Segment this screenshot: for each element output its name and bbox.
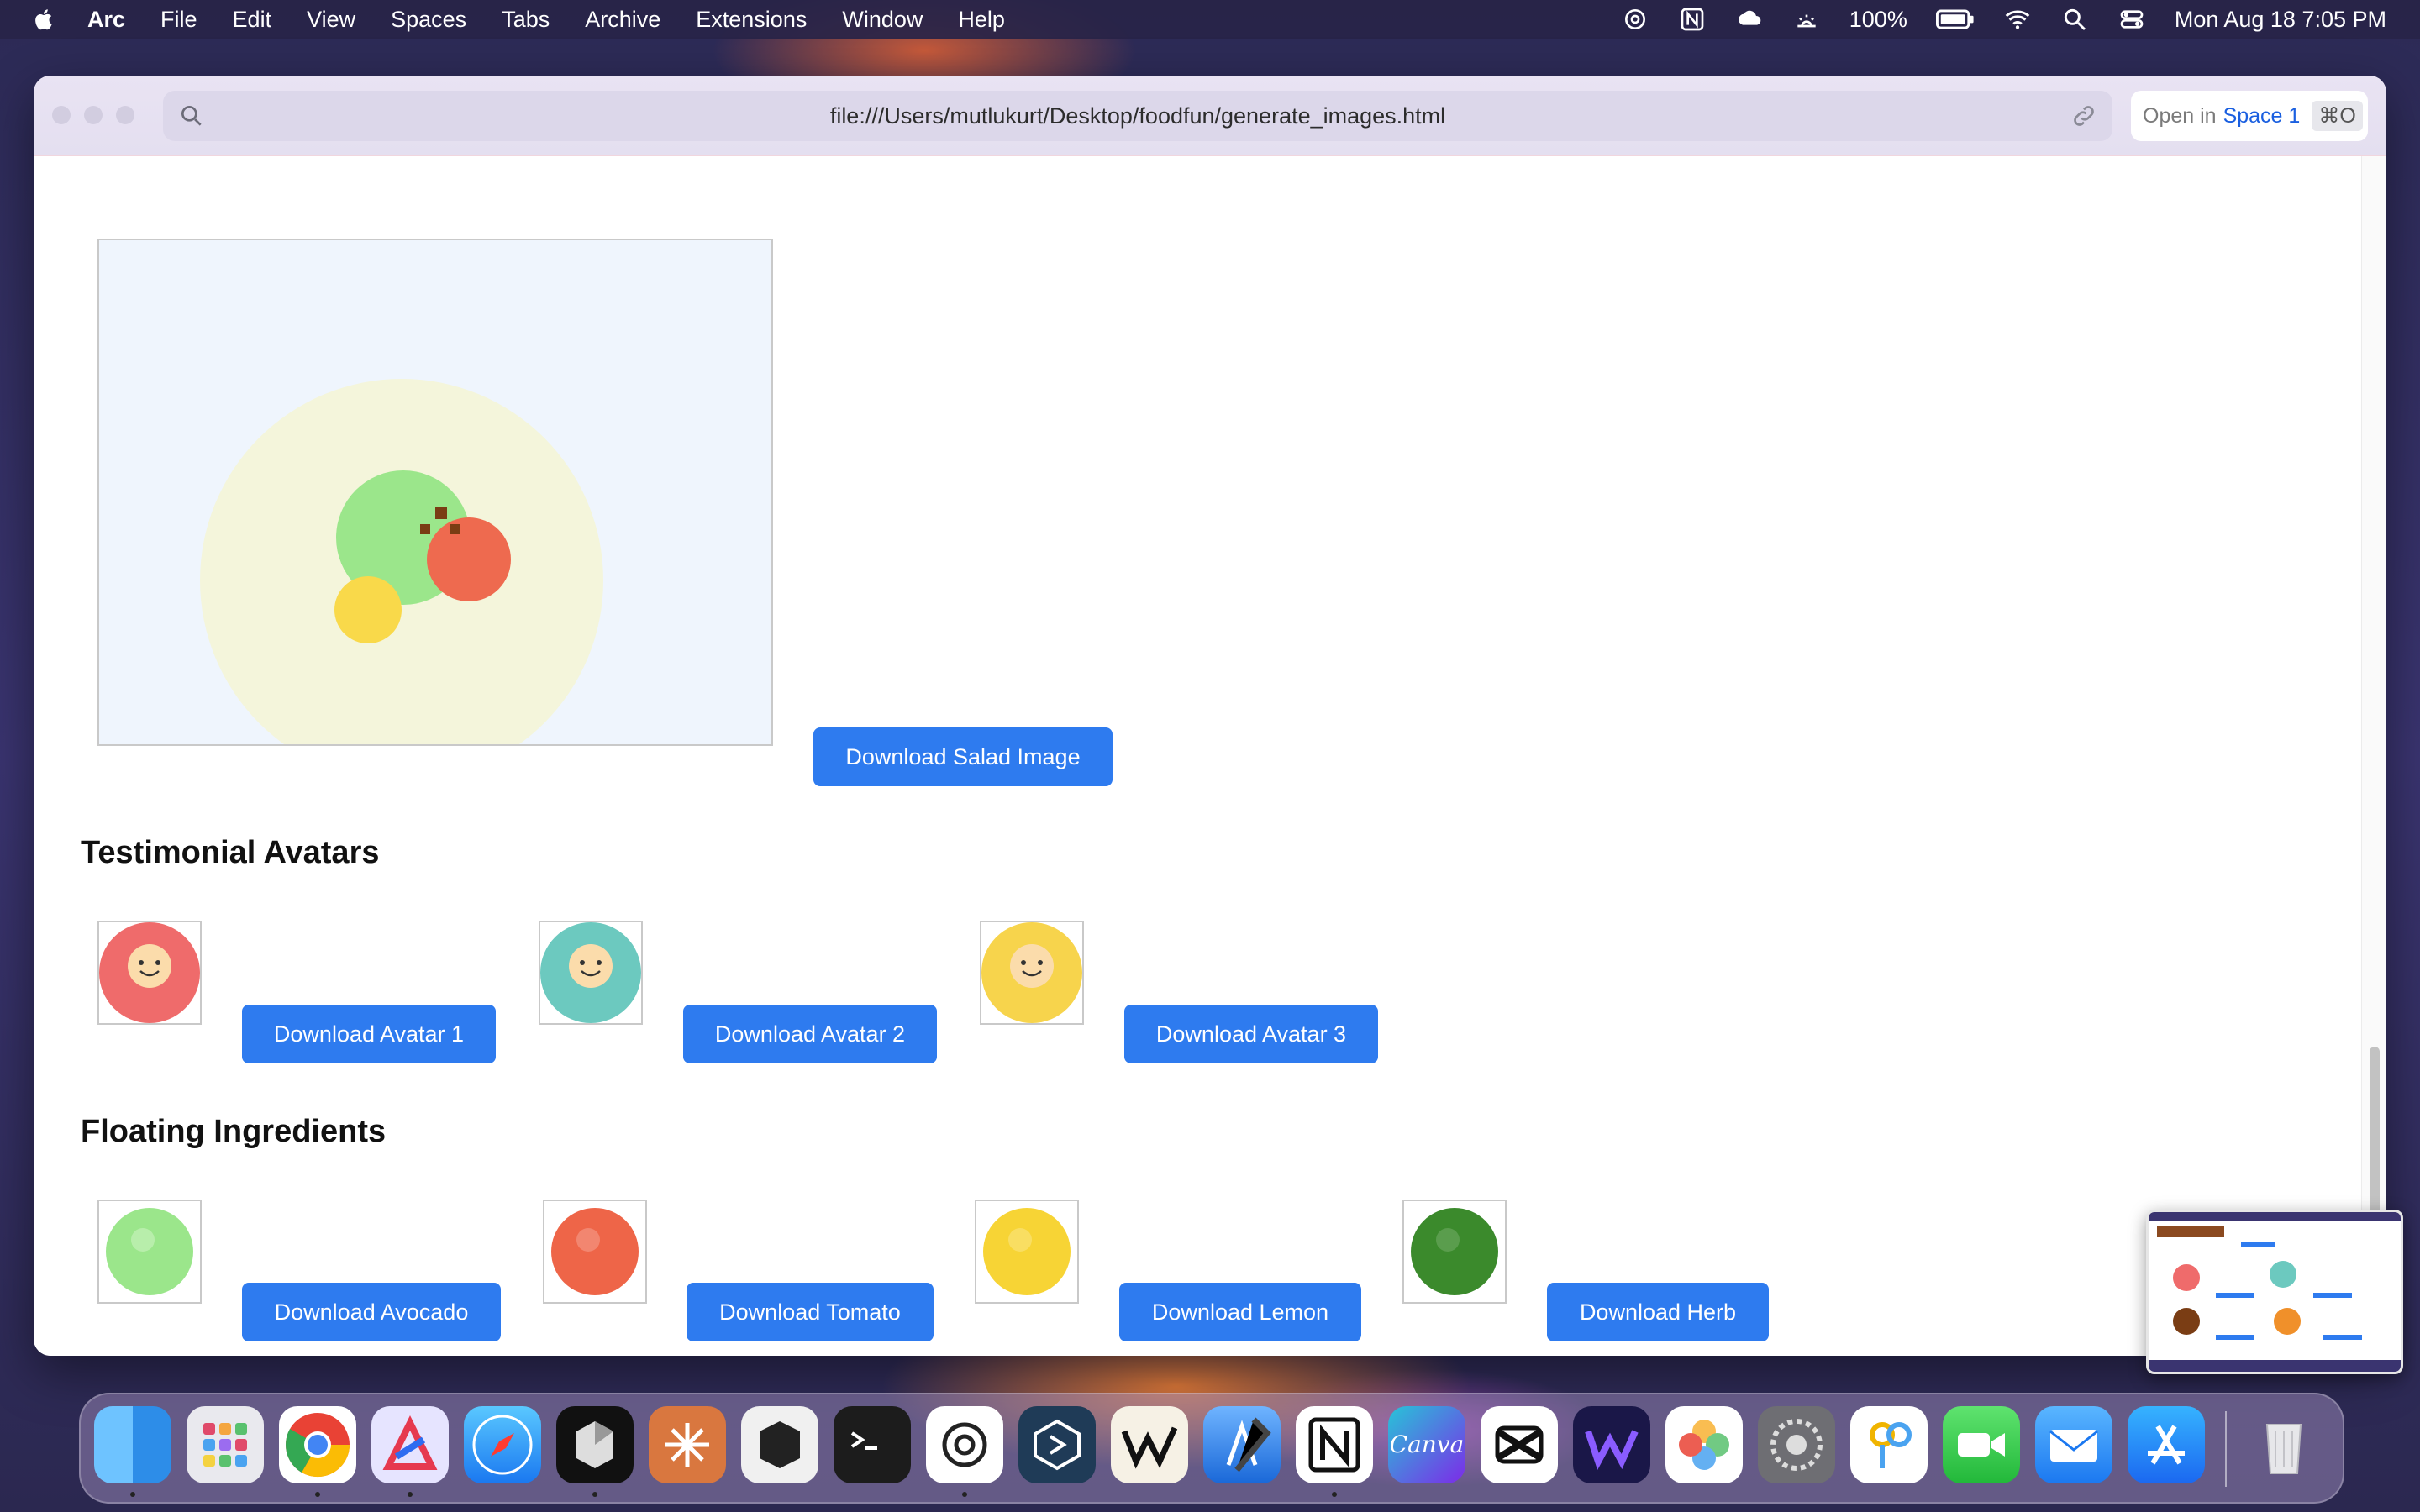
menu-window[interactable]: Window	[842, 7, 923, 33]
brightness-icon[interactable]	[1792, 5, 1821, 34]
menu-help[interactable]: Help	[958, 7, 1005, 33]
minimize-window-button[interactable]	[84, 106, 103, 124]
avatars-section-title: Testimonial Avatars	[81, 835, 380, 870]
webstorm-icon[interactable]	[1573, 1406, 1650, 1483]
ingredients-section-title: Floating Ingredients	[81, 1114, 387, 1149]
battery-icon[interactable]	[1935, 5, 1975, 34]
arc-browser-window: file:///Users/mutlukurt/Desktop/foodfun/…	[34, 76, 2386, 1356]
address-bar[interactable]: file:///Users/mutlukurt/Desktop/foodfun/…	[163, 91, 2112, 141]
control-center-icon[interactable]	[2118, 5, 2146, 34]
apple-icon[interactable]	[32, 7, 57, 32]
spotlight-search-icon[interactable]	[2060, 5, 2089, 34]
close-window-button[interactable]	[52, 106, 71, 124]
photos-icon[interactable]	[1665, 1406, 1743, 1483]
download-herb-button[interactable]: Download Herb	[1547, 1283, 1769, 1341]
browser-toolbar: file:///Users/mutlukurt/Desktop/foodfun/…	[34, 76, 2386, 156]
tomato-preview	[543, 1200, 647, 1304]
download-tomato-button[interactable]: Download Tomato	[687, 1283, 934, 1341]
settings-icon[interactable]	[1758, 1406, 1835, 1483]
battery-percentage: 100%	[1849, 6, 1907, 32]
avatar-2-preview	[539, 921, 643, 1025]
running-indicator	[962, 1492, 967, 1497]
dock-separator	[2225, 1411, 2227, 1487]
download-avocado-button[interactable]: Download Avocado	[242, 1283, 501, 1341]
safari-icon[interactable]	[464, 1406, 541, 1483]
salad-illustration	[200, 379, 603, 744]
space-name: Space 1	[2223, 104, 2301, 128]
menu-app-name[interactable]: Arc	[87, 7, 125, 33]
zoom-window-button[interactable]	[116, 106, 134, 124]
menu-tabs[interactable]: Tabs	[502, 7, 550, 33]
linear-icon[interactable]	[1018, 1406, 1096, 1483]
page-content: Download Salad Image Testimonial Avatars…	[34, 156, 2386, 1356]
url-text[interactable]: file:///Users/mutlukurt/Desktop/foodfun/…	[163, 91, 2112, 141]
menu-edit[interactable]: Edit	[233, 7, 272, 33]
salad-tomato	[427, 517, 511, 601]
open-in-space-button[interactable]: Open in Space 1 ⌘O	[2131, 91, 2368, 141]
keyboard-shortcut: ⌘O	[2312, 101, 2363, 131]
canva-icon[interactable]: Canva	[1388, 1406, 1465, 1483]
appstore-icon[interactable]	[2128, 1406, 2205, 1483]
screenshot-preview-thumbnail[interactable]	[2146, 1210, 2403, 1374]
facetime-icon[interactable]	[1943, 1406, 2020, 1483]
open-in-label: Open in	[2143, 104, 2217, 128]
salad-lemon	[334, 576, 402, 643]
notion-icon[interactable]	[1296, 1406, 1373, 1483]
cloud-status-icon[interactable]	[1735, 5, 1764, 34]
cursor-icon[interactable]	[556, 1406, 634, 1483]
menu-extensions[interactable]: Extensions	[696, 7, 807, 33]
avatar-1-preview	[97, 921, 202, 1025]
running-indicator	[1332, 1492, 1337, 1497]
blackbox-icon[interactable]	[741, 1406, 818, 1483]
chatgpt-status-icon[interactable]	[1621, 5, 1649, 34]
salad-seed	[420, 524, 430, 534]
xcode-icon[interactable]	[1203, 1406, 1281, 1483]
affinity-icon[interactable]	[371, 1406, 449, 1483]
menu-archive[interactable]: Archive	[585, 7, 660, 33]
download-avatar-3-button[interactable]: Download Avatar 3	[1124, 1005, 1378, 1063]
herb-preview	[1402, 1200, 1507, 1304]
menu-file[interactable]: File	[160, 7, 197, 33]
download-salad-button[interactable]: Download Salad Image	[813, 727, 1113, 786]
launchpad-icon[interactable]	[187, 1406, 264, 1483]
running-indicator	[592, 1492, 597, 1497]
trash-icon[interactable]	[2245, 1406, 2323, 1483]
chatgpt-icon[interactable]	[926, 1406, 1003, 1483]
menu-bar: Arc File Edit View Spaces Tabs Archive E…	[0, 0, 2420, 39]
salad-seed	[450, 524, 460, 534]
avocado-preview	[97, 1200, 202, 1304]
download-avatar-2-button[interactable]: Download Avatar 2	[683, 1005, 937, 1063]
running-indicator	[315, 1492, 320, 1497]
capcut-icon[interactable]	[1481, 1406, 1558, 1483]
download-lemon-button[interactable]: Download Lemon	[1119, 1283, 1361, 1341]
lemon-preview	[975, 1200, 1079, 1304]
copy-link-icon[interactable]	[2070, 102, 2097, 129]
wifi-icon[interactable]	[2003, 5, 2032, 34]
terminal-icon[interactable]	[834, 1406, 911, 1483]
menu-clock[interactable]: Mon Aug 18 7:05 PM	[2175, 7, 2386, 33]
finder-icon[interactable]	[94, 1406, 171, 1483]
mail-icon[interactable]	[2035, 1406, 2112, 1483]
running-indicator	[130, 1492, 135, 1497]
window-controls	[52, 106, 134, 124]
download-avatar-1-button[interactable]: Download Avatar 1	[242, 1005, 496, 1063]
running-indicator	[408, 1492, 413, 1497]
menu-view[interactable]: View	[307, 7, 355, 33]
chrome-icon[interactable]	[279, 1406, 356, 1483]
claude-icon[interactable]	[649, 1406, 726, 1483]
notion-status-icon[interactable]	[1678, 5, 1707, 34]
menu-spaces[interactable]: Spaces	[391, 7, 466, 33]
dock: Canva	[79, 1393, 2344, 1504]
salad-image-preview	[97, 239, 773, 746]
salad-seed	[435, 507, 447, 519]
avatar-3-preview	[980, 921, 1084, 1025]
warp-icon[interactable]	[1111, 1406, 1188, 1483]
keychain-icon[interactable]	[1850, 1406, 1928, 1483]
